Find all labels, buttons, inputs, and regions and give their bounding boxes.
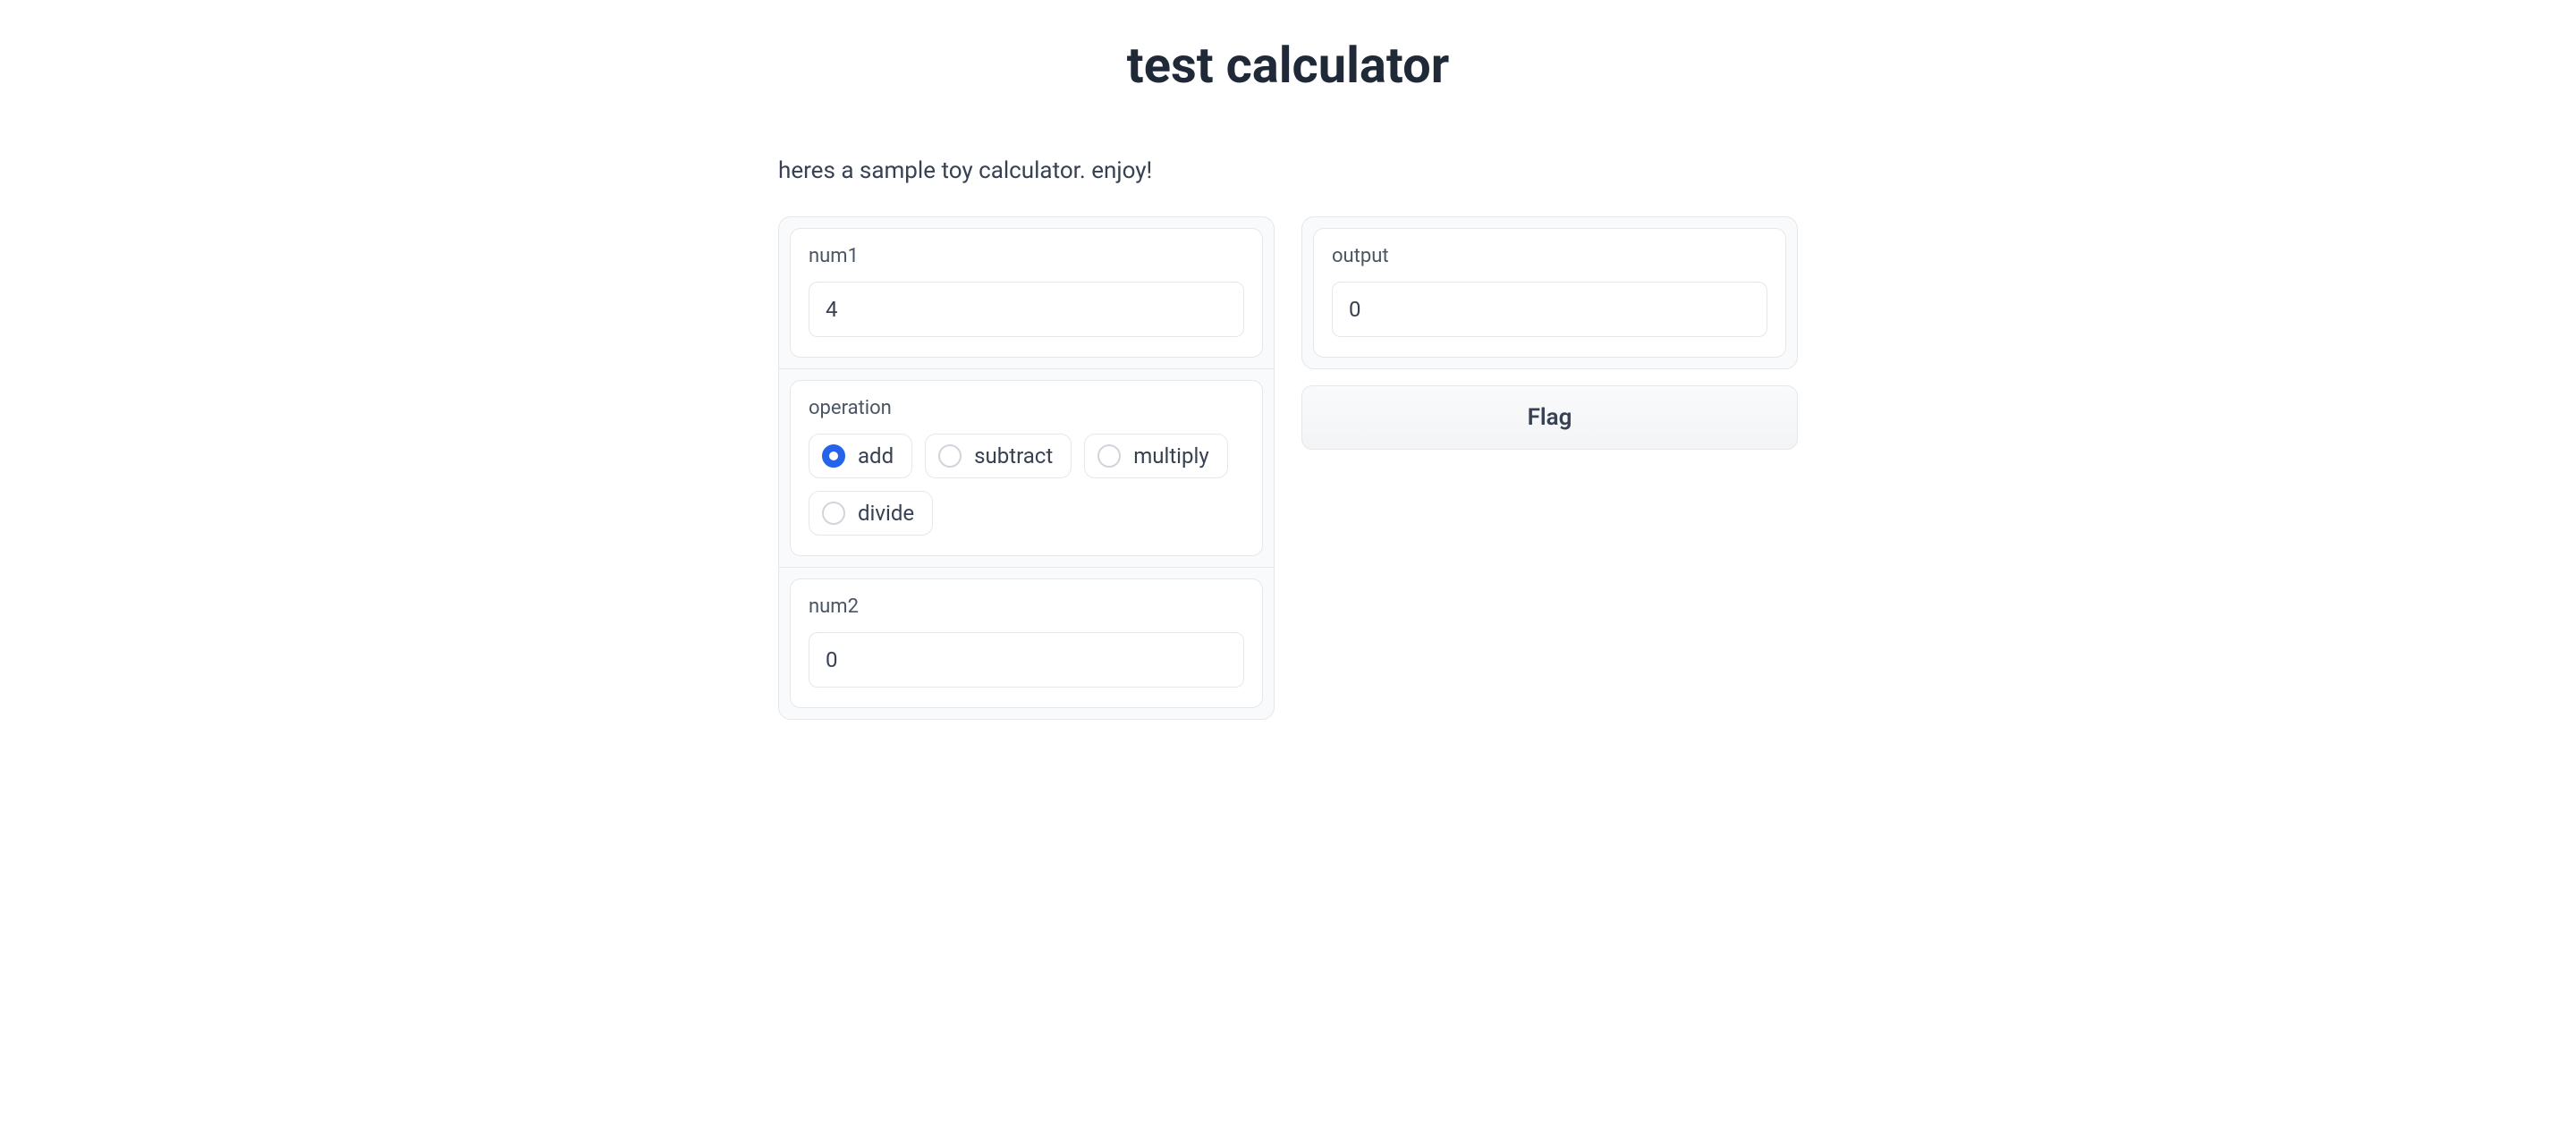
num2-label: num2 xyxy=(809,595,1244,618)
operation-label: operation xyxy=(809,397,1244,419)
output-panel: output 0 xyxy=(1301,216,1798,369)
radio-label: divide xyxy=(858,501,914,526)
num1-input[interactable] xyxy=(809,282,1244,337)
inputs-panel: num1 operation add subtract xyxy=(778,216,1275,720)
radio-label: subtract xyxy=(974,443,1053,468)
num2-block: num2 xyxy=(790,578,1263,708)
output-value: 0 xyxy=(1332,282,1767,337)
operation-radio-subtract[interactable]: subtract xyxy=(925,434,1072,478)
description-text: heres a sample toy calculator. enjoy! xyxy=(778,157,1798,184)
radio-label: multiply xyxy=(1133,443,1208,468)
flag-button[interactable]: Flag xyxy=(1301,385,1798,450)
num1-label: num1 xyxy=(809,245,1244,267)
radio-icon xyxy=(822,444,845,468)
operation-block: operation add subtract multiply xyxy=(790,380,1263,556)
output-label: output xyxy=(1332,245,1767,267)
radio-icon xyxy=(1097,444,1121,468)
radio-label: add xyxy=(858,443,894,468)
radio-icon xyxy=(822,502,845,525)
page-title: test calculator xyxy=(778,36,1798,95)
num1-block: num1 xyxy=(790,228,1263,358)
operation-radio-multiply[interactable]: multiply xyxy=(1084,434,1227,478)
operation-radio-add[interactable]: add xyxy=(809,434,912,478)
operation-radio-divide[interactable]: divide xyxy=(809,491,933,536)
radio-icon xyxy=(938,444,962,468)
output-block: output 0 xyxy=(1313,228,1786,358)
num2-input[interactable] xyxy=(809,632,1244,688)
operation-radio-group: add subtract multiply divide xyxy=(809,434,1244,536)
